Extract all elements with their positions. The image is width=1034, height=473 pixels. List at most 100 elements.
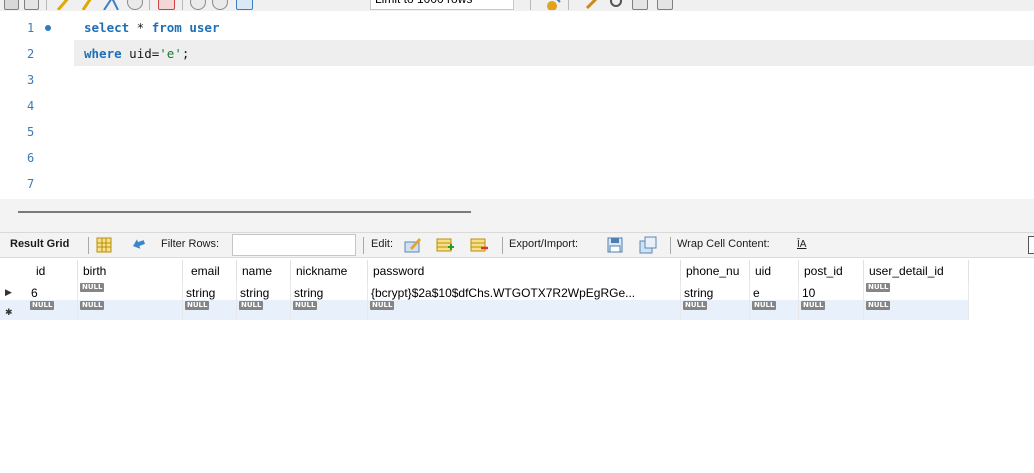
grid-header: id birth email name nickname password phone_nu…	[0, 260, 1034, 282]
sql-keyword: where	[84, 46, 122, 61]
column-header-email[interactable]: email	[183, 260, 237, 282]
cell-value: e	[753, 286, 760, 300]
null-badge: NULL	[752, 301, 777, 310]
execute-icon[interactable]	[56, 0, 72, 10]
column-header-uid[interactable]: uid	[750, 260, 799, 282]
wrap-cell-content-label: Wrap Cell Content:	[677, 238, 770, 250]
line-number: 4	[27, 99, 35, 113]
export-icon[interactable]	[606, 236, 624, 254]
result-toolbar: Result Grid Filter Rows: Edit: Export/Im…	[0, 233, 1034, 258]
edit-label: Edit:	[371, 238, 394, 250]
code-line: select * from user	[84, 20, 219, 35]
new-row[interactable]: ✱ NULL NULL NULL NULL NULL NULL NULL NULL NULL NUL…	[0, 300, 969, 320]
null-badge: NULL	[185, 301, 210, 310]
sql-keyword: from	[151, 20, 182, 35]
cell-user-detail-id[interactable]: NULL	[864, 300, 969, 320]
side-panel-edge	[1028, 236, 1034, 254]
cell-password[interactable]: NULL	[368, 300, 681, 320]
autocommit-icon[interactable]	[236, 0, 253, 10]
cell-value: 10	[802, 286, 816, 300]
cell-user-detail-id[interactable]: NULL	[864, 282, 969, 302]
insert-row-icon[interactable]	[436, 236, 454, 254]
null-badge: NULL	[801, 301, 826, 310]
cell-uid[interactable]: NULL	[750, 300, 799, 320]
column-header-id[interactable]: id	[28, 260, 78, 282]
pane-divider-area	[0, 199, 1034, 232]
active-line-highlight	[74, 40, 1034, 66]
cell-name[interactable]: string	[237, 282, 291, 302]
cell-value: 6	[31, 286, 38, 300]
line-number: 3	[27, 73, 35, 87]
filter-rows-label: Filter Rows:	[161, 238, 220, 250]
toggle-error-icon[interactable]	[158, 0, 175, 10]
column-header-nickname[interactable]: nickname	[291, 260, 368, 282]
column-header-birth[interactable]: birth	[78, 260, 183, 282]
bookmark-icon[interactable]	[584, 0, 602, 10]
cell-phone-nu[interactable]: NULL	[681, 300, 750, 320]
rollback-icon[interactable]	[212, 0, 228, 10]
cell-value: string	[684, 286, 714, 300]
stop-icon[interactable]	[127, 0, 143, 10]
invisible-chars-icon[interactable]	[632, 0, 648, 10]
grid-view-icon[interactable]	[95, 236, 113, 254]
edit-row-icon[interactable]	[404, 236, 422, 254]
column-header-user-detail-id[interactable]: user_detail_id	[864, 260, 969, 282]
line-number: 5	[27, 125, 35, 139]
null-badge: NULL	[80, 283, 105, 292]
cell-name[interactable]: NULL	[237, 300, 291, 320]
refresh-icon[interactable]	[130, 236, 148, 254]
line-number: 6	[27, 151, 35, 165]
cell-nickname[interactable]: string	[291, 282, 368, 302]
cell-birth[interactable]: NULL	[78, 300, 183, 320]
result-grid-tab[interactable]: Result Grid	[10, 238, 69, 250]
execute-current-icon[interactable]	[79, 0, 95, 10]
cell-password[interactable]: {bcrypt}$2a$10$dfChs.WTGOTX7R2WpEgRGe...	[368, 282, 681, 302]
null-badge: NULL	[30, 301, 55, 310]
sql-editor-toolbar: Limit to 1000 rows	[0, 0, 1034, 11]
cell-id[interactable]: 6	[28, 282, 78, 302]
table-row[interactable]: ▶ 6 NULL string string string {bcrypt}$2a$10$d…	[0, 282, 969, 302]
cell-id[interactable]: NULL	[28, 300, 78, 320]
explain-icon[interactable]	[102, 0, 120, 10]
sql-keyword: user	[189, 20, 220, 35]
null-badge: NULL	[370, 301, 395, 310]
cell-value: string	[240, 286, 270, 300]
cell-value: string	[186, 286, 216, 300]
horizontal-scrollbar[interactable]	[18, 211, 471, 213]
column-header-password[interactable]: password	[368, 260, 681, 282]
limit-rows-select[interactable]: Limit to 1000 rows	[370, 0, 514, 10]
open-file-icon[interactable]	[4, 0, 19, 10]
delete-row-icon[interactable]	[470, 236, 488, 254]
null-badge: NULL	[866, 283, 891, 292]
sql-editor[interactable]: 1 select * from user 2 where uid='e'; 3 4 5 6 7	[0, 14, 1034, 198]
cell-email[interactable]: NULL	[183, 300, 237, 320]
null-badge: NULL	[866, 301, 891, 310]
line-number: 1	[27, 21, 35, 35]
save-file-icon[interactable]	[24, 0, 39, 10]
cell-email[interactable]: string	[183, 282, 237, 302]
wrap-cell-toggle-icon[interactable]: ĪA	[797, 239, 806, 250]
import-icon[interactable]	[639, 236, 657, 254]
cell-post-id[interactable]: NULL	[799, 300, 864, 320]
statement-marker-icon	[45, 25, 51, 31]
cell-post-id[interactable]: 10	[799, 282, 864, 302]
filter-rows-input[interactable]	[232, 234, 356, 256]
commit-icon[interactable]	[190, 0, 206, 10]
export-import-label: Export/Import:	[509, 238, 579, 250]
wrap-lines-icon[interactable]	[657, 0, 673, 10]
cell-birth[interactable]: NULL	[78, 282, 183, 302]
cell-nickname[interactable]: NULL	[291, 300, 368, 320]
sql-string: 'e'	[159, 46, 182, 61]
cell-uid[interactable]: e	[750, 282, 799, 302]
column-header-name[interactable]: name	[237, 260, 291, 282]
column-header-post-id[interactable]: post_id	[799, 260, 864, 282]
find-icon[interactable]	[608, 0, 626, 10]
null-badge: NULL	[80, 301, 105, 310]
cell-value: string	[294, 286, 324, 300]
beautify-icon[interactable]	[544, 0, 562, 10]
null-badge: NULL	[683, 301, 708, 310]
column-header-phone-nu[interactable]: phone_nu	[681, 260, 750, 282]
new-row-asterisk-icon: ✱	[5, 307, 13, 317]
cell-phone-nu[interactable]: string	[681, 282, 750, 302]
cell-value: {bcrypt}$2a$10$dfChs.WTGOTX7R2WpEgRGe...	[371, 286, 636, 300]
